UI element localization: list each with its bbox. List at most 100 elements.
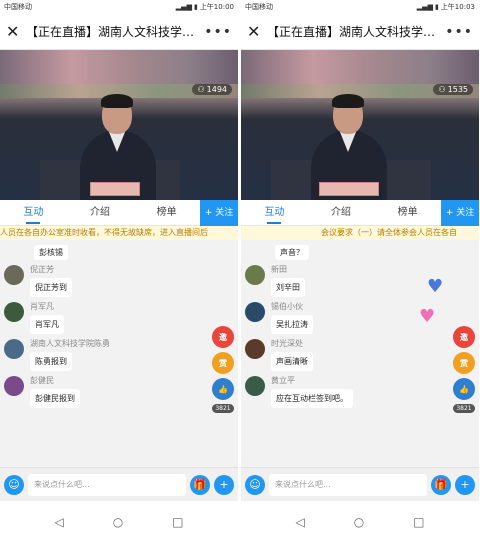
avatar[interactable] — [4, 265, 24, 285]
back-icon[interactable]: ◁ — [295, 515, 304, 529]
tab-interaction[interactable]: 互动 — [0, 200, 67, 226]
status-bar: 中国移动 ▂▄▆ ▮ 上午10:03 — [241, 0, 479, 14]
invite-button[interactable]: 邀 — [212, 326, 234, 348]
tab-interaction[interactable]: 互动 — [241, 200, 308, 226]
input-bar: ☺ 来说点什么吧... 🎁 + — [0, 467, 238, 501]
follow-button[interactable]: + 关注 — [200, 199, 238, 226]
phone-screen-left: 中国移动 ▂▄▆ ▮ 上午10:00 ✕ 【正在直播】湖南人文科技学院... •… — [0, 0, 238, 542]
status-bar: 中国移动 ▂▄▆ ▮ 上午10:00 — [0, 0, 238, 14]
chat-bubble: 彭健民报到 — [30, 389, 80, 408]
tab-intro[interactable]: 介绍 — [308, 200, 375, 226]
plus-icon[interactable]: + — [455, 474, 475, 495]
avatar[interactable] — [245, 376, 265, 396]
chat-message: 肖军凡 肖军凡 — [4, 301, 234, 334]
thumbs-up-icon: 👍 — [459, 384, 469, 394]
more-icon[interactable]: ••• — [445, 24, 473, 40]
chat-bubble: 声画清晰 — [271, 352, 313, 371]
invite-button[interactable]: 邀 — [453, 326, 475, 348]
thumbs-up-icon: 👍 — [218, 384, 228, 394]
chat-message: 湖南人文科技学院陈勇 陈勇报到 — [4, 338, 234, 371]
chat-list[interactable]: 声音？ 新田 刘辛田 锡伯小伙 吴扎拉涛 时光深处 声画清晰 黄立平 应在互动栏… — [241, 240, 479, 460]
phone-screen-right: 中国移动 ▂▄▆ ▮ 上午10:03 ✕ 【正在直播】湖南人文科技学院... •… — [241, 0, 479, 542]
avatar[interactable] — [4, 339, 24, 359]
reward-button[interactable]: 赏 — [453, 352, 475, 374]
battery-icon: ▮ — [434, 3, 439, 11]
sender-name: 倪正芳 — [30, 265, 54, 274]
like-count: 3821 — [453, 404, 475, 413]
gift-icon[interactable]: 🎁 — [431, 474, 451, 495]
viewer-count: 1494 — [206, 85, 227, 94]
system-nav-bar: ◁ ○ □ — [241, 501, 479, 542]
title-bar: ✕ 【正在直播】湖南人文科技学院... ••• — [0, 14, 238, 50]
sender-name: 肖军凡 — [30, 302, 54, 311]
follow-button[interactable]: + 关注 — [441, 199, 479, 226]
chat-bubble: 彭核锡 — [34, 245, 68, 260]
chat-message: 倪正芳 倪正芳到 — [4, 264, 234, 297]
tab-bar: 互动 介绍 榜单 + 关注 — [241, 199, 479, 226]
system-nav-bar: ◁ ○ □ — [0, 501, 238, 542]
tab-ranking[interactable]: 榜单 — [133, 200, 200, 226]
emoji-icon[interactable]: ☺ — [245, 474, 265, 495]
chat-bubble: 倪正芳到 — [30, 278, 72, 297]
avatar[interactable] — [245, 265, 265, 285]
home-icon[interactable]: ○ — [113, 515, 123, 529]
comment-input[interactable]: 来说点什么吧... — [269, 473, 427, 496]
sender-name: 黄立平 — [271, 376, 295, 385]
page-title: 【正在直播】湖南人文科技学院... — [267, 25, 440, 39]
comment-input[interactable]: 来说点什么吧... — [28, 473, 186, 496]
announcement-marquee: 会议要求（一）请全体参会人员在各自 — [241, 226, 479, 240]
live-video[interactable]: ⚇ 1535 — [241, 50, 479, 200]
chat-bubble: 吴扎拉涛 — [271, 315, 313, 334]
heart-icon: ♥ — [427, 276, 444, 297]
chat-list[interactable]: 彭核锡 倪正芳 倪正芳到 肖军凡 肖军凡 湖南人文科技学院陈勇 陈勇报到 彭健民… — [0, 240, 238, 460]
tab-ranking[interactable]: 榜单 — [374, 200, 441, 226]
input-bar: ☺ 来说点什么吧... 🎁 + — [241, 467, 479, 501]
chat-bubble: 应在互动栏签到吧。 — [271, 389, 353, 408]
carrier-label: 中国移动 — [4, 3, 32, 11]
avatar[interactable] — [245, 339, 265, 359]
like-button[interactable]: 👍 — [212, 378, 234, 400]
emoji-icon[interactable]: ☺ — [4, 474, 24, 495]
chat-bubble: 肖军凡 — [30, 315, 64, 334]
plus-icon[interactable]: + — [214, 474, 234, 495]
sender-name: 彭健民 — [30, 376, 54, 385]
signal-icon: ▂▄▆ — [416, 3, 433, 11]
avatar[interactable] — [4, 376, 24, 396]
time-label: 上午10:03 — [440, 3, 475, 11]
recents-icon[interactable]: □ — [413, 515, 424, 529]
side-actions: 邀 赏 👍 3821 — [212, 326, 234, 413]
nameplate — [90, 182, 140, 196]
like-button[interactable]: 👍 — [453, 378, 475, 400]
chat-message: 时光深处 声画清晰 — [245, 338, 475, 371]
sender-name: 时光深处 — [271, 339, 303, 348]
heart-icon: ♥ — [419, 306, 436, 327]
reward-button[interactable]: 赏 — [212, 352, 234, 374]
nameplate — [319, 182, 379, 196]
viewer-count-badge: ⚇ 1535 — [433, 84, 473, 95]
home-icon[interactable]: ○ — [354, 515, 364, 529]
side-actions: 邀 赏 👍 3821 — [453, 326, 475, 413]
chat-bubble: 刘辛田 — [271, 278, 305, 297]
signal-icon: ▂▄▆ — [175, 3, 192, 11]
recents-icon[interactable]: □ — [172, 515, 183, 529]
sender-name: 湖南人文科技学院陈勇 — [30, 339, 110, 348]
gift-icon[interactable]: 🎁 — [190, 474, 210, 495]
live-video[interactable]: ⚇ 1494 — [0, 50, 238, 200]
like-count: 3821 — [212, 404, 234, 413]
people-icon: ⚇ — [438, 85, 446, 94]
chat-bubble: 陈勇报到 — [30, 352, 72, 371]
announcement-marquee: 人员在各自办公室准时收看，不得无故缺席，进入直播间后 — [0, 226, 238, 240]
chat-message: 黄立平 应在互动栏签到吧。 — [245, 375, 475, 408]
close-icon[interactable]: ✕ — [6, 22, 20, 41]
viewer-count-badge: ⚇ 1494 — [192, 84, 232, 95]
chat-message: 彭健民 彭健民报到 — [4, 375, 234, 408]
avatar[interactable] — [4, 302, 24, 322]
chat-message: 锡伯小伙 吴扎拉涛 — [245, 301, 475, 334]
avatar[interactable] — [245, 302, 265, 322]
people-icon: ⚇ — [197, 85, 205, 94]
close-icon[interactable]: ✕ — [247, 22, 261, 41]
more-icon[interactable]: ••• — [204, 24, 232, 40]
back-icon[interactable]: ◁ — [54, 515, 63, 529]
tab-bar: 互动 介绍 榜单 + 关注 — [0, 199, 238, 226]
tab-intro[interactable]: 介绍 — [67, 200, 134, 226]
